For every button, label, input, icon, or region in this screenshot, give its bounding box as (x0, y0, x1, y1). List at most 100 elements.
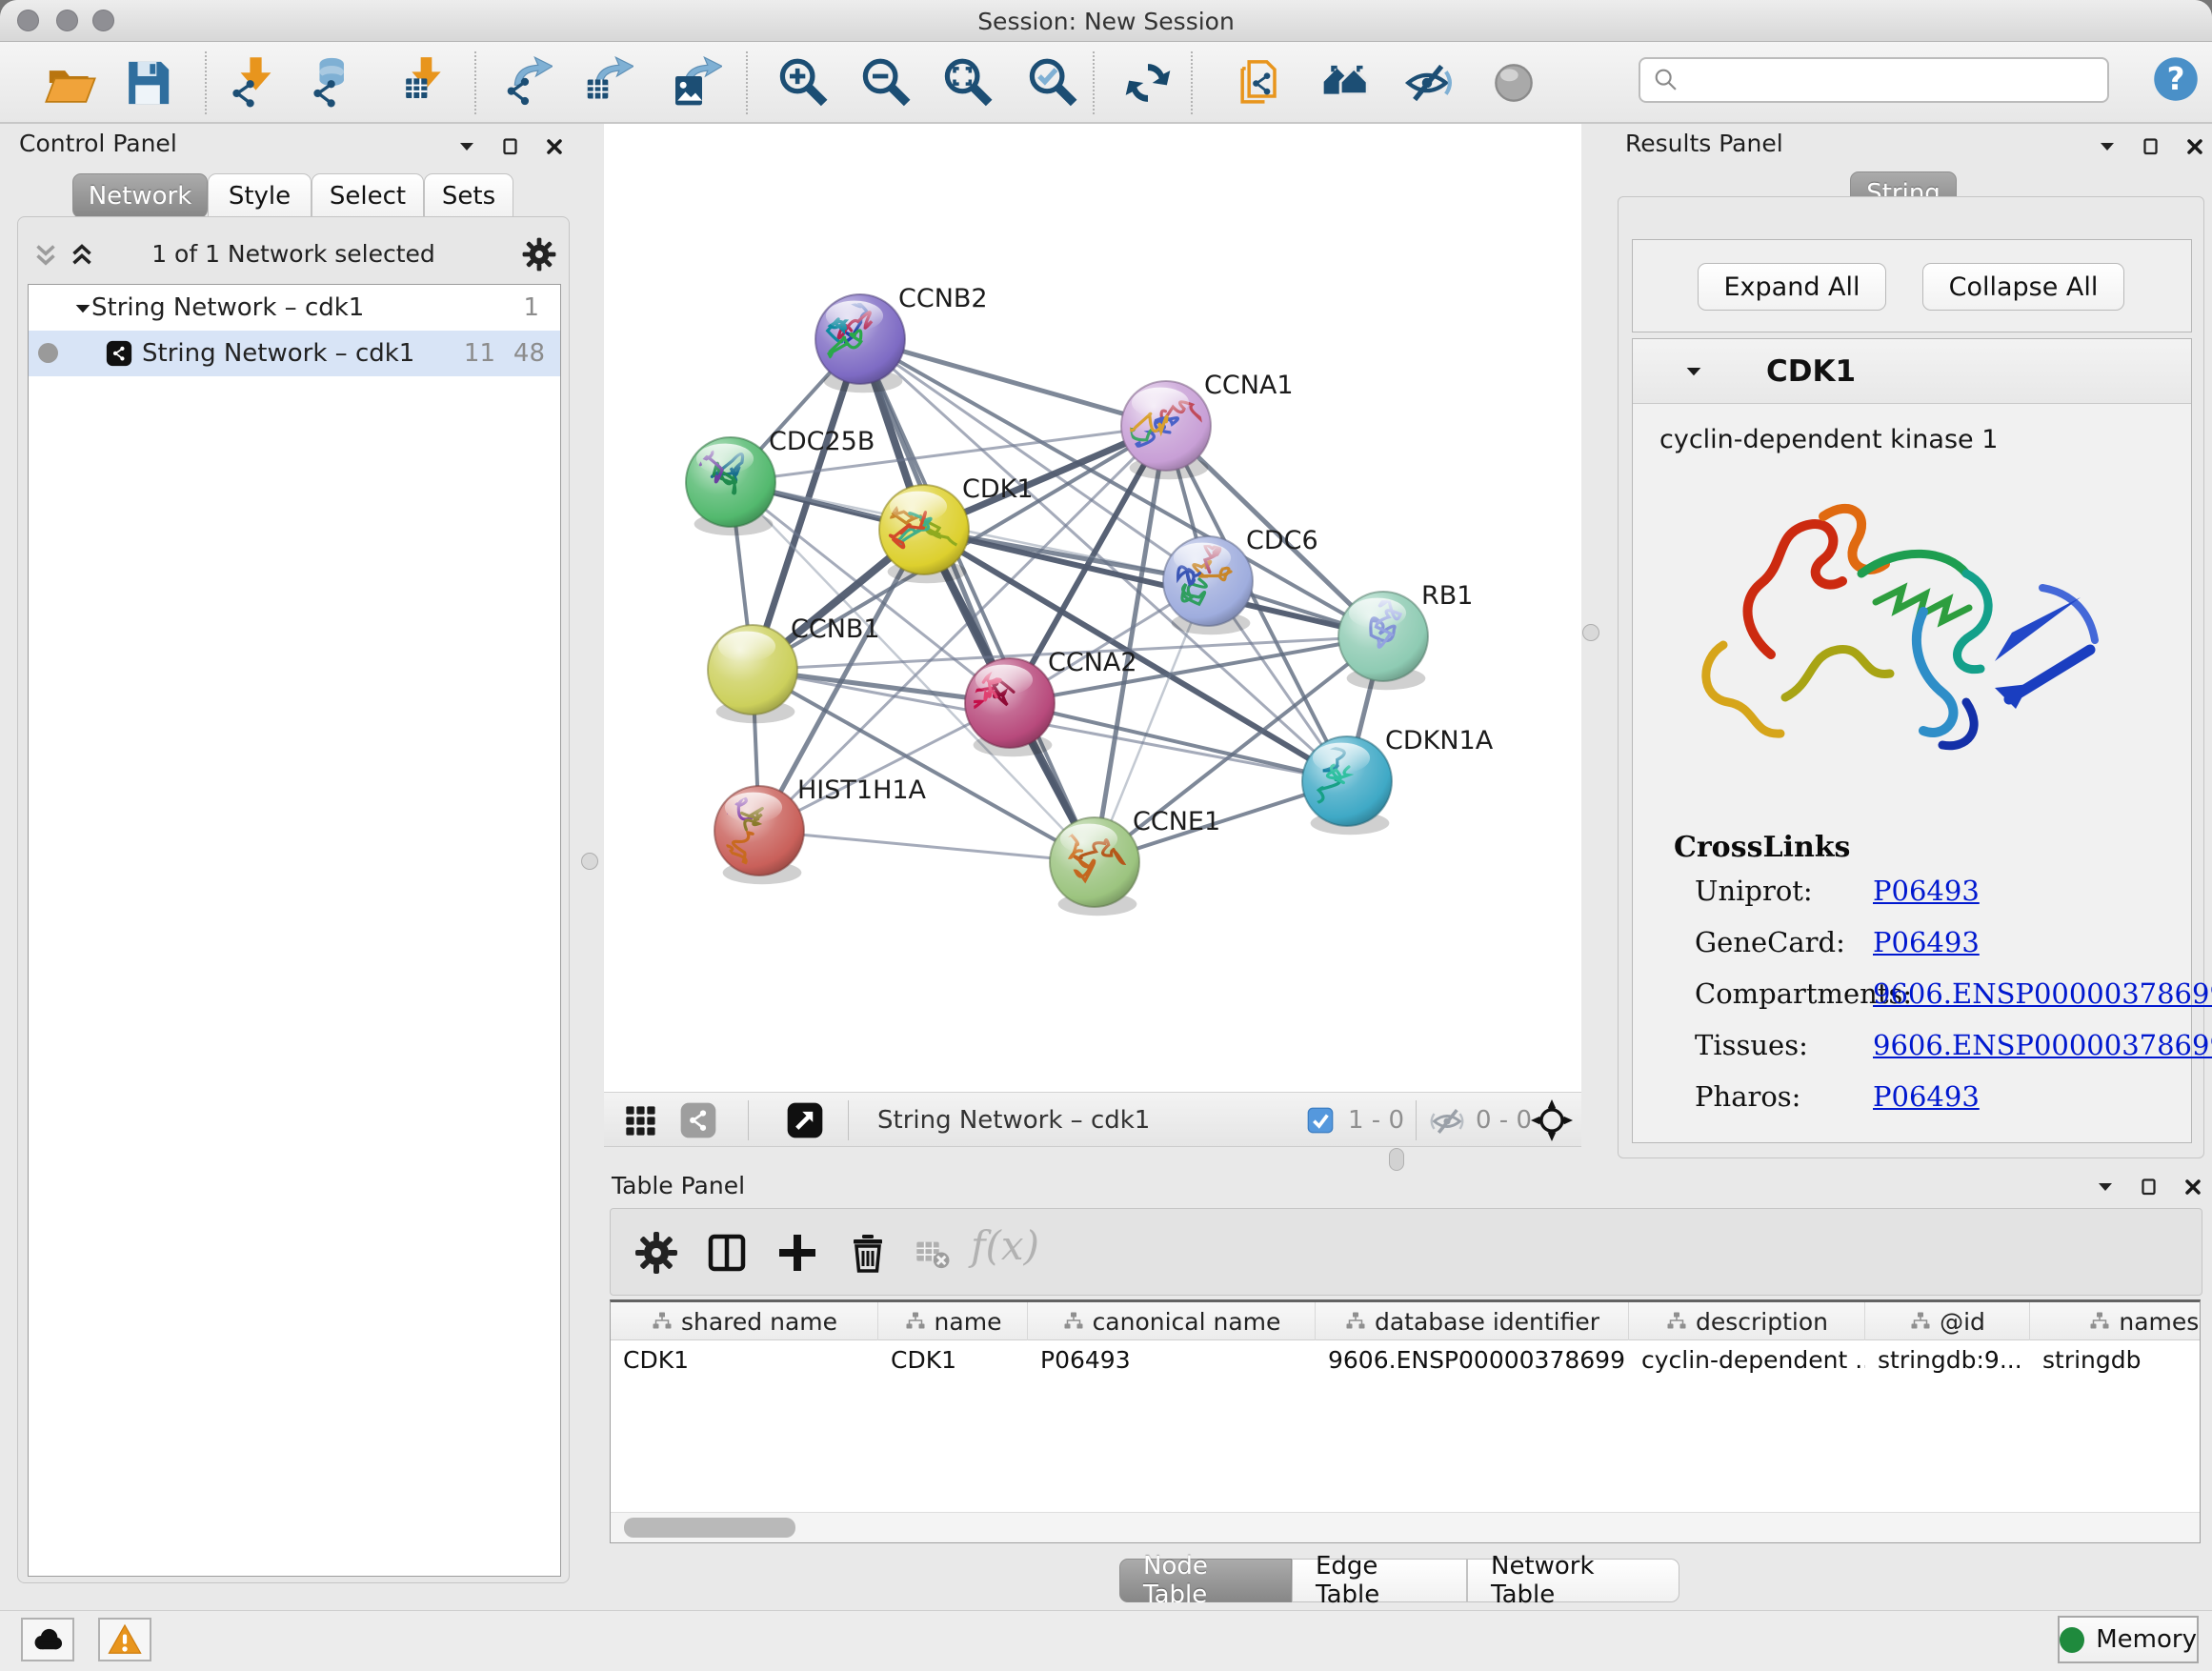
table-cell[interactable]: CDK1 (611, 1341, 878, 1379)
view-grid-icon[interactable] (619, 1099, 661, 1141)
zoom-selected-button[interactable] (1026, 56, 1079, 110)
import-network-from-file-button[interactable] (220, 56, 273, 110)
network-collection-row[interactable]: String Network – cdk1 1 (29, 285, 560, 331)
zoom-in-button[interactable] (776, 56, 830, 110)
zoom-fit-content-button[interactable] (941, 56, 995, 110)
panel-close-icon[interactable] (2182, 1176, 2204, 1198)
homes-button[interactable] (1319, 56, 1373, 110)
gray-ball-button[interactable] (1487, 56, 1540, 110)
hidden-items-icon[interactable] (1429, 1103, 1465, 1139)
import-table-from-file-button[interactable] (390, 56, 443, 110)
node-section-header[interactable]: CDK1 (1633, 339, 2191, 404)
panel-float-icon[interactable] (2138, 1176, 2161, 1198)
toolbar-separator (205, 51, 207, 114)
hidden-counts: 0 - 0 (1476, 1106, 1532, 1135)
network-node-CDC25B[interactable]: CDC25B (686, 427, 875, 535)
column-header-description[interactable]: description (1629, 1302, 1865, 1340)
show-columns-icon[interactable] (704, 1230, 750, 1276)
crosslink-link[interactable]: P06493 (1873, 926, 1980, 958)
search-input[interactable] (1682, 67, 2107, 93)
panel-collapse-icon[interactable] (455, 135, 478, 158)
search-box[interactable] (1639, 57, 2109, 103)
network-options-gear-icon[interactable] (521, 236, 557, 272)
crosslink-link[interactable]: 9606.ENSP00000378699 (1873, 977, 2212, 1010)
column-header-label: name (935, 1308, 1002, 1336)
tab-node-table[interactable]: Node Table (1119, 1559, 1292, 1602)
column-header-shared-name[interactable]: shared name (611, 1302, 878, 1340)
delete-column-icon[interactable] (845, 1230, 891, 1276)
help-button[interactable]: ? (2151, 54, 2201, 104)
tab-sets[interactable]: Sets (424, 173, 513, 218)
tab-network[interactable]: Network (72, 173, 208, 218)
table-cell[interactable]: CDK1 (878, 1341, 1028, 1379)
crosslink-link[interactable]: P06493 (1873, 1080, 1980, 1113)
panel-float-icon[interactable] (2140, 135, 2162, 158)
zoom-out-button[interactable] (859, 56, 913, 110)
title-bar[interactable]: Session: New Session (0, 0, 2212, 42)
tab-select[interactable]: Select (312, 173, 424, 218)
panel-close-icon[interactable] (2183, 135, 2206, 158)
network-row-selected[interactable]: String Network – cdk1 11 48 (29, 331, 560, 376)
birdseye-crosshair-icon[interactable] (1530, 1098, 1574, 1142)
crosslink-link[interactable]: 9606.ENSP00000378699 (1873, 1029, 2212, 1061)
view-string-icon[interactable] (677, 1099, 719, 1141)
column-header-canonical-name[interactable]: canonical name (1028, 1302, 1316, 1340)
import-network-from-database-button[interactable] (301, 56, 354, 110)
horizontal-splitter-handle[interactable] (1389, 1148, 1404, 1171)
function-builder-icon: f(x) (971, 1222, 1039, 1269)
network-node-CCNA2[interactable]: CCNA2 (955, 648, 1137, 756)
tab-style[interactable]: Style (208, 173, 312, 218)
panel-close-icon[interactable] (543, 135, 566, 158)
column-header-namespace[interactable]: namespace (2030, 1302, 2201, 1340)
column-header--id[interactable]: @id (1865, 1302, 2030, 1340)
table-cell[interactable]: P06493 (1028, 1341, 1316, 1379)
export-table-button[interactable] (580, 56, 633, 110)
memory-button[interactable]: Memory (2058, 1616, 2199, 1663)
network-canvas[interactable]: CCNB2CCNA1CDC25BCDK1CDC6RB1CCNB1CCNA2CDK… (604, 124, 1581, 1092)
network-node-CCNE1[interactable]: CCNE1 (1036, 807, 1220, 916)
column-header-name[interactable]: name (878, 1302, 1028, 1340)
panel-float-icon[interactable] (499, 135, 522, 158)
vertical-splitter-handle[interactable] (1582, 624, 1599, 641)
table-horizontal-scrollbar[interactable] (611, 1512, 2200, 1542)
detach-view-icon[interactable] (784, 1099, 826, 1141)
crosslink-link[interactable]: P06493 (1873, 875, 1980, 907)
export-network-button[interactable] (499, 56, 553, 110)
open-session-button[interactable] (44, 56, 97, 110)
selected-items-checkbox[interactable] (1305, 1105, 1336, 1136)
table-cell[interactable]: stringdb:9... (1865, 1341, 2030, 1379)
panel-collapse-icon[interactable] (2096, 135, 2119, 158)
string-network-icon (105, 338, 133, 369)
column-header-label: canonical name (1093, 1308, 1281, 1336)
cloud-status-button[interactable] (21, 1618, 74, 1661)
network-node-HIST1H1A[interactable]: HIST1H1A (706, 775, 926, 884)
table-cell[interactable]: cyclin-dependent ... (1629, 1341, 1865, 1379)
scrollbar-thumb[interactable] (624, 1518, 795, 1538)
panel-collapse-icon[interactable] (2094, 1176, 2117, 1198)
network-node-CCNA1[interactable]: CCNA1 (1105, 371, 1293, 479)
tree-expand-icon[interactable] (72, 298, 93, 319)
open-in-string-web-button[interactable] (1235, 56, 1288, 110)
tab-network-table[interactable]: Network Table (1467, 1559, 1679, 1602)
network-node-CCNB1[interactable]: CCNB1 (708, 614, 880, 723)
export-image-button[interactable] (669, 56, 722, 110)
save-session-button[interactable] (121, 56, 174, 110)
network-node-CDK1[interactable]: CDK1 (879, 474, 1034, 583)
warnings-button[interactable] (98, 1618, 151, 1661)
network-edge-CCNA2-CDKN1A[interactable] (1010, 703, 1347, 781)
column-header-database-identifier[interactable]: database identifier (1316, 1302, 1629, 1340)
table-cell[interactable]: 9606.ENSP00000378699 (1316, 1341, 1629, 1379)
refresh-view-button[interactable] (1121, 56, 1175, 110)
collapse-all-button[interactable]: Collapse All (1922, 263, 2124, 311)
table-row[interactable]: CDK1CDK1P064939606.ENSP00000378699cyclin… (611, 1341, 2201, 1379)
table-options-gear-icon[interactable] (633, 1230, 679, 1276)
vertical-splitter-handle[interactable] (581, 853, 598, 870)
table-cell[interactable]: stringdb (2030, 1341, 2201, 1379)
hide-view-button[interactable] (1400, 56, 1454, 110)
section-expand-icon[interactable] (1682, 362, 1705, 383)
network-node-RB1[interactable]: RB1 (1338, 581, 1473, 690)
network-node-CDKN1A[interactable]: CDKN1A (1282, 726, 1493, 835)
tab-edge-table[interactable]: Edge Table (1292, 1559, 1467, 1602)
add-column-icon[interactable] (774, 1230, 820, 1276)
expand-all-button[interactable]: Expand All (1698, 263, 1886, 311)
